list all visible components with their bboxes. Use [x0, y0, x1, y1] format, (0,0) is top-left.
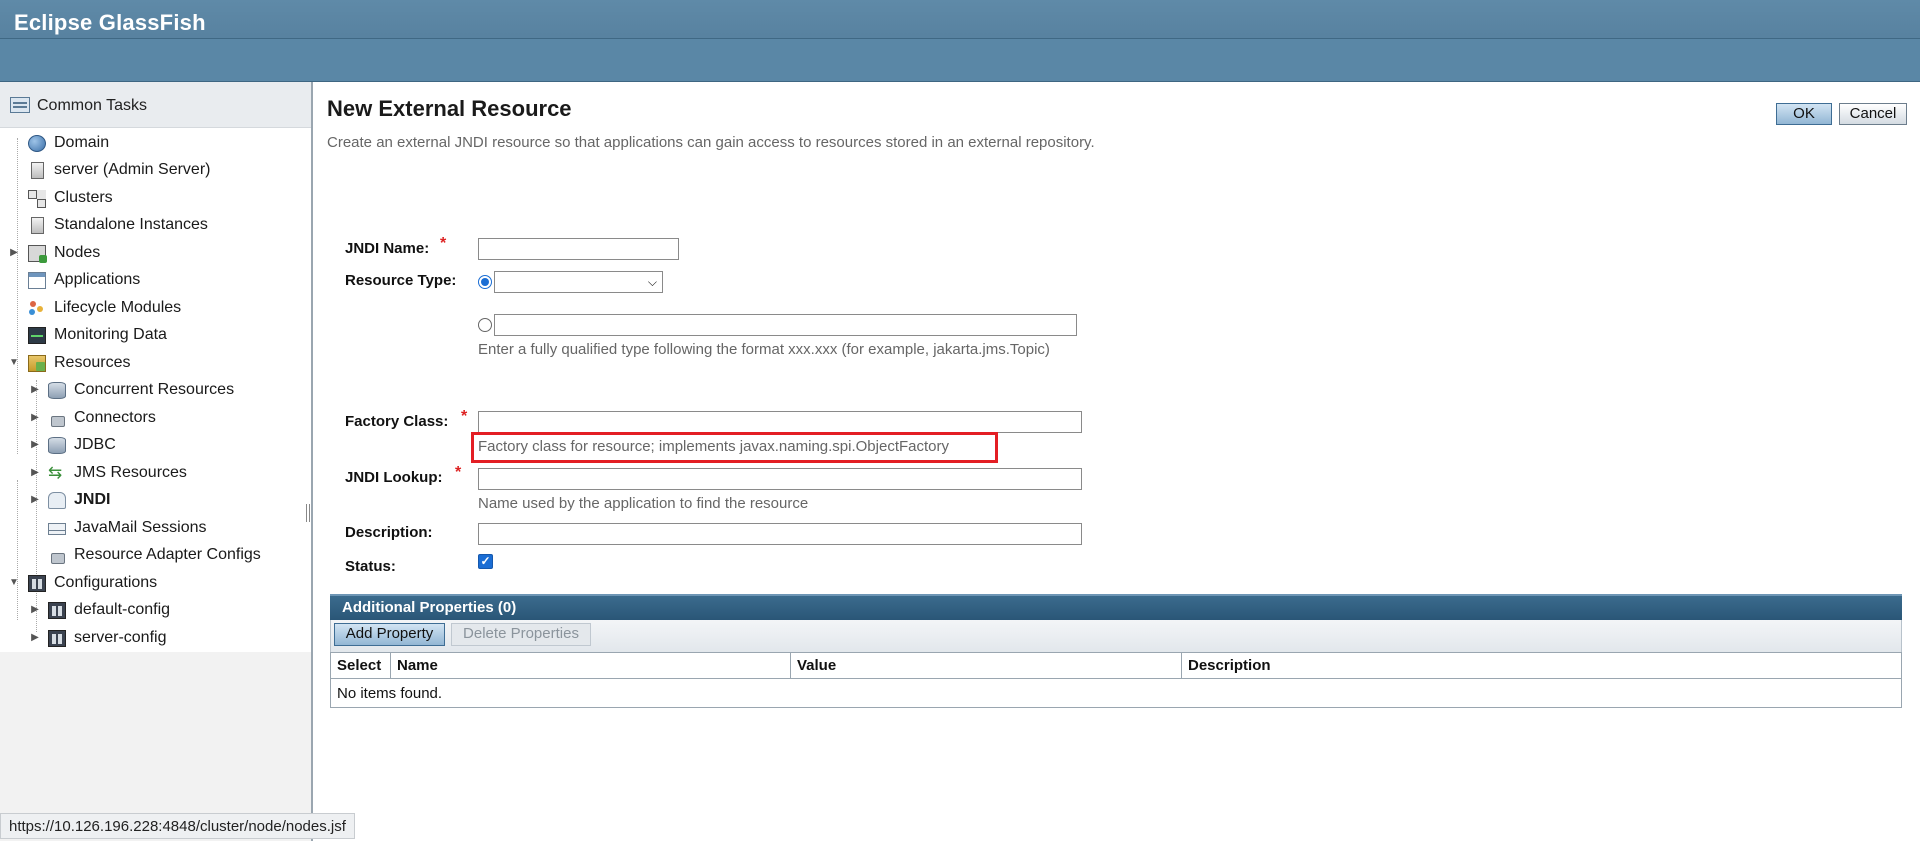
expand-arrow-icon[interactable]: ▶: [29, 598, 41, 622]
additional-properties-title: Additional Properties (0): [342, 599, 517, 616]
column-header-select[interactable]: Select: [331, 653, 391, 678]
jndi-name-label: JNDI Name:: [345, 240, 430, 257]
jndi-lookup-input[interactable]: [478, 468, 1082, 490]
ok-button[interactable]: OK: [1776, 103, 1832, 125]
frame-splitter-handle[interactable]: [306, 504, 310, 522]
globe-icon: [28, 135, 46, 152]
database-icon: [48, 437, 66, 454]
masthead: Eclipse GlassFish: [0, 0, 1920, 82]
jndi-lookup-hint: Name used by the application to find the…: [478, 495, 809, 512]
jndi-lookup-label: JNDI Lookup:: [345, 469, 443, 486]
required-marker: *: [455, 464, 462, 481]
delete-properties-button[interactable]: Delete Properties: [451, 623, 591, 646]
column-header-name[interactable]: Name: [391, 653, 791, 678]
connector-icon: [48, 547, 66, 564]
tree-guide: [17, 480, 18, 620]
column-header-description[interactable]: Description: [1182, 653, 1901, 678]
status-label: Status:: [345, 558, 396, 575]
content-frame: New External Resource Create an external…: [315, 82, 1920, 841]
column-header-value[interactable]: Value: [791, 653, 1182, 678]
expand-arrow-icon[interactable]: ▶: [29, 488, 41, 512]
monitoring-icon: [28, 327, 46, 344]
expand-arrow-icon[interactable]: ▶: [29, 433, 41, 457]
required-marker: *: [440, 235, 447, 252]
cancel-button[interactable]: Cancel: [1839, 103, 1907, 125]
clusters-icon: [28, 190, 46, 208]
brand-title: Eclipse GlassFish: [14, 10, 206, 35]
jndi-icon: [48, 492, 66, 509]
resource-type-select[interactable]: ⌵: [494, 271, 663, 293]
page-title: New External Resource: [327, 96, 572, 121]
empty-table-message: No items found.: [337, 685, 443, 702]
collapse-arrow-icon[interactable]: ▼: [8, 571, 20, 595]
expand-arrow-icon[interactable]: ▶: [29, 406, 41, 430]
server-icon: [31, 162, 44, 179]
expand-arrow-icon[interactable]: ▶: [8, 241, 20, 265]
expand-arrow-icon[interactable]: ▶: [29, 626, 41, 650]
expand-arrow-icon[interactable]: ▶: [29, 378, 41, 402]
collapse-arrow-icon[interactable]: ▼: [8, 351, 20, 375]
common-tasks-icon: [10, 97, 30, 113]
add-property-button[interactable]: Add Property: [334, 623, 445, 646]
page-help-text: Create an external JNDI resource so that…: [327, 134, 1095, 151]
lifecycle-icon: [28, 300, 46, 317]
resource-type-hint: Enter a fully qualified type following t…: [478, 341, 1050, 358]
connector-icon: [48, 410, 66, 427]
masthead-toolbar: [0, 39, 1920, 82]
factory-class-input[interactable]: [478, 411, 1082, 433]
table-header-row: Select Name Value Description: [331, 653, 1901, 679]
resource-type-custom-input[interactable]: [494, 314, 1077, 336]
factory-class-label: Factory Class:: [345, 413, 449, 430]
tree-panel: Common Tasks Domain server (Admin Server…: [0, 82, 311, 652]
jndi-name-input[interactable]: [478, 238, 679, 260]
resource-type-label: Resource Type:: [345, 272, 457, 289]
status-checkbox[interactable]: ✓: [478, 554, 493, 569]
server-icon: [31, 217, 44, 234]
common-tasks-item[interactable]: Common Tasks: [0, 82, 311, 128]
configuration-icon: [48, 630, 66, 647]
required-marker: *: [461, 408, 468, 425]
status-bar-url: https://10.126.196.228:4848/cluster/node…: [0, 813, 355, 839]
expand-arrow-icon[interactable]: ▶: [29, 461, 41, 485]
database-icon: [48, 382, 66, 399]
description-label: Description:: [345, 524, 433, 541]
resource-type-select-radio[interactable]: [478, 275, 492, 289]
properties-toolbar: Add Property Delete Properties: [330, 620, 1902, 652]
node-icon: [28, 245, 47, 263]
configuration-icon: [48, 602, 66, 619]
resources-icon: [28, 355, 46, 372]
resource-type-custom-radio[interactable]: [478, 318, 492, 332]
jms-icon: [48, 461, 66, 485]
additional-properties-header: Additional Properties (0): [330, 594, 1902, 620]
description-input[interactable]: [478, 523, 1082, 545]
mail-icon: [48, 523, 66, 535]
properties-table: Select Name Value Description No items f…: [330, 652, 1902, 708]
applications-icon: [28, 272, 46, 289]
chevron-down-icon: ⌵: [647, 275, 657, 289]
common-tasks-label: Common Tasks: [37, 97, 147, 114]
navigation-tree: Common Tasks Domain server (Admin Server…: [0, 82, 313, 841]
configuration-icon: [28, 575, 46, 592]
tree-guide: [17, 138, 18, 454]
highlight-box: [471, 432, 998, 463]
